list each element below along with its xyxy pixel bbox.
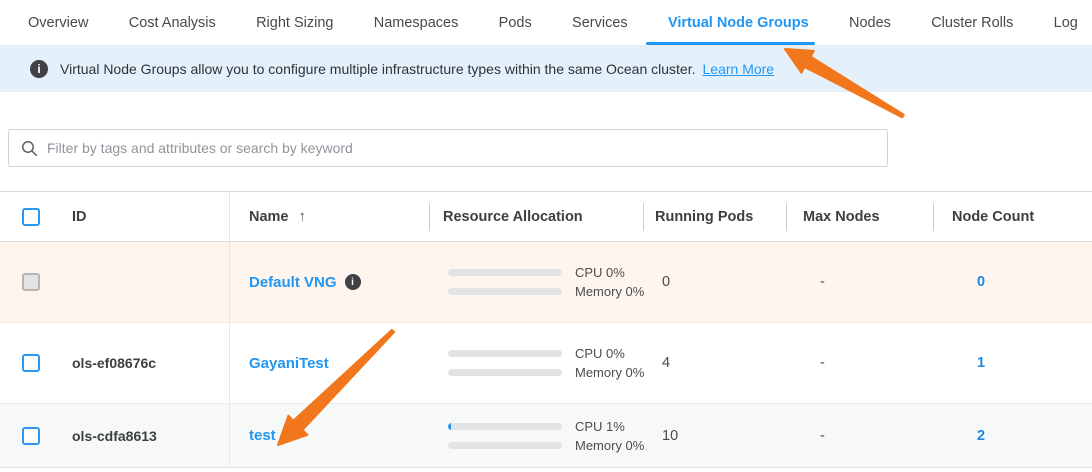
search-input[interactable]: [47, 140, 875, 156]
table-header: ID Name ↑ Resource Allocation Running Po…: [0, 191, 1092, 242]
row-id: ols-ef08676c: [72, 355, 156, 371]
search-box[interactable]: [8, 129, 888, 167]
cpu-usage-bar: [448, 350, 562, 357]
tab-services[interactable]: Services: [572, 0, 628, 45]
search-icon: [21, 140, 38, 157]
resource-allocation-cell: CPU 0% Memory 0%: [448, 265, 644, 299]
row-id: ols-cdfa8613: [72, 428, 157, 444]
memory-usage-bar: [448, 288, 562, 295]
table-row-test: ols-cdfa8613 test CPU 1% Memory 0% 10 -: [0, 404, 1092, 468]
row-checkbox: [22, 273, 40, 291]
memory-usage-label: Memory 0%: [575, 438, 644, 453]
table-row-gayanitest: ols-ef08676c GayaniTest CPU 0% Memory 0%…: [0, 323, 1092, 404]
tab-virtual-node-groups[interactable]: Virtual Node Groups: [668, 0, 809, 45]
search-row: [0, 129, 1092, 167]
banner-text: Virtual Node Groups allow you to configu…: [60, 61, 696, 77]
info-icon[interactable]: i: [345, 274, 361, 290]
tab-right-sizing[interactable]: Right Sizing: [256, 0, 333, 45]
select-all-checkbox[interactable]: [22, 208, 40, 226]
tab-namespaces[interactable]: Namespaces: [374, 0, 459, 45]
tab-bar: Overview Cost Analysis Right Sizing Name…: [0, 0, 1092, 46]
column-header-name[interactable]: Name ↑: [229, 192, 429, 241]
vng-name-link-default-vng[interactable]: Default VNG: [249, 274, 337, 291]
running-pods-value: 0: [643, 242, 786, 322]
info-icon: i: [30, 60, 48, 78]
resource-allocation-cell: CPU 0% Memory 0%: [448, 346, 644, 380]
node-count-link[interactable]: 2: [977, 428, 985, 444]
cpu-usage-bar: [448, 269, 562, 276]
ocean-cluster-page: Overview Cost Analysis Right Sizing Name…: [0, 0, 1092, 472]
tab-pods[interactable]: Pods: [499, 0, 532, 45]
vng-name-link-test[interactable]: test: [249, 427, 276, 444]
memory-usage-label: Memory 0%: [575, 284, 644, 299]
cpu-usage-label: CPU 0%: [575, 265, 625, 280]
cpu-usage-label: CPU 1%: [575, 419, 625, 434]
tab-log[interactable]: Log: [1054, 0, 1078, 45]
sort-ascending-icon[interactable]: ↑: [299, 208, 307, 225]
table-row-default-vng: Default VNG i CPU 0% Memory 0% 0 - 0: [0, 242, 1092, 323]
resource-allocation-cell: CPU 1% Memory 0%: [448, 419, 644, 453]
memory-usage-bar: [448, 369, 562, 376]
vng-table: ID Name ↑ Resource Allocation Running Po…: [0, 191, 1092, 468]
row-checkbox[interactable]: [22, 427, 40, 445]
row-checkbox[interactable]: [22, 354, 40, 372]
tab-cluster-rolls[interactable]: Cluster Rolls: [931, 0, 1013, 45]
max-nodes-value: -: [786, 323, 933, 403]
cpu-usage-label: CPU 0%: [575, 346, 625, 361]
column-header-id: ID: [50, 192, 229, 241]
tab-overview[interactable]: Overview: [28, 0, 88, 45]
memory-usage-bar: [448, 442, 562, 449]
max-nodes-value: -: [786, 404, 933, 467]
column-header-node-count: Node Count: [933, 192, 1092, 241]
cpu-usage-bar: [448, 423, 562, 430]
running-pods-value: 10: [643, 404, 786, 467]
node-count-link[interactable]: 1: [977, 355, 985, 371]
learn-more-link[interactable]: Learn More: [703, 61, 775, 77]
vng-name-link-gayanitest[interactable]: GayaniTest: [249, 355, 329, 372]
tab-cost-analysis[interactable]: Cost Analysis: [129, 0, 216, 45]
tab-nodes[interactable]: Nodes: [849, 0, 891, 45]
column-header-name-label: Name: [249, 209, 289, 225]
running-pods-value: 4: [643, 323, 786, 403]
node-count-link[interactable]: 0: [977, 274, 985, 290]
info-banner: i Virtual Node Groups allow you to confi…: [0, 46, 1092, 92]
column-header-running-pods: Running Pods: [643, 192, 786, 241]
column-header-max-nodes: Max Nodes: [786, 192, 933, 241]
max-nodes-value: -: [786, 242, 933, 322]
memory-usage-label: Memory 0%: [575, 365, 644, 380]
column-header-resource-allocation: Resource Allocation: [429, 192, 643, 241]
